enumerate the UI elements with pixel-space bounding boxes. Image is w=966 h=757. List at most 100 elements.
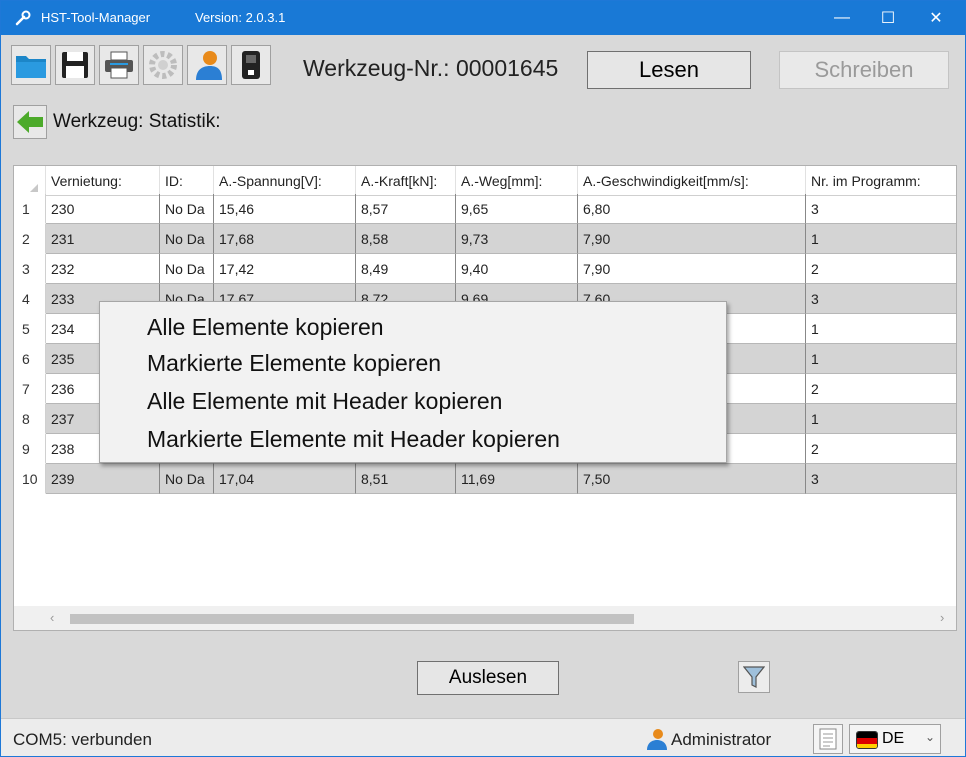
read-button[interactable]: Lesen bbox=[587, 51, 751, 89]
table-cell[interactable]: 15,46 bbox=[214, 194, 356, 224]
horizontal-scrollbar[interactable]: ‹ › bbox=[14, 606, 956, 630]
table-cell[interactable]: 9,65 bbox=[456, 194, 578, 224]
menu-item-copy-all[interactable]: Alle Elemente kopieren bbox=[147, 314, 384, 341]
table-cell[interactable]: 11,69 bbox=[456, 464, 578, 494]
back-arrow-icon bbox=[17, 111, 43, 133]
table-cell[interactable]: 17,68 bbox=[214, 224, 356, 254]
table-row[interactable]: 3 232 No Da 17,42 8,49 9,40 7,90 2 bbox=[14, 254, 956, 284]
close-button[interactable]: ✕ bbox=[913, 1, 959, 35]
table-cell[interactable]: 239 bbox=[46, 464, 160, 494]
table-cell[interactable]: 1 bbox=[806, 224, 956, 254]
row-number[interactable]: 10 bbox=[14, 464, 46, 494]
user-name: Administrator bbox=[671, 730, 772, 749]
minimize-button[interactable]: — bbox=[819, 1, 865, 35]
table-cell[interactable]: 232 bbox=[46, 254, 160, 284]
title-bar[interactable]: HST-Tool-Manager Version: 2.0.3.1 — ☐ ✕ bbox=[1, 1, 965, 35]
row-number[interactable]: 3 bbox=[14, 254, 46, 284]
table-cell[interactable]: 230 bbox=[46, 194, 160, 224]
user-button[interactable] bbox=[187, 45, 227, 85]
settings-button[interactable] bbox=[143, 45, 183, 85]
menu-item-copy-all-with-header[interactable]: Alle Elemente mit Header kopieren bbox=[147, 388, 502, 415]
user-icon bbox=[196, 51, 222, 80]
app-window: HST-Tool-Manager Version: 2.0.3.1 — ☐ ✕ bbox=[0, 0, 966, 757]
open-folder-icon bbox=[16, 56, 46, 78]
row-number[interactable]: 1 bbox=[14, 194, 46, 224]
usb-button[interactable] bbox=[231, 45, 271, 85]
toolbar: Werkzeug-Nr.: 00001645 Lesen Schreiben bbox=[1, 35, 965, 95]
row-number[interactable]: 5 bbox=[14, 314, 46, 344]
context-menu: Alle Elemente kopieren Markierte Element… bbox=[99, 301, 727, 463]
row-number[interactable]: 4 bbox=[14, 284, 46, 314]
document-icon bbox=[819, 728, 837, 750]
write-button[interactable]: Schreiben bbox=[779, 51, 949, 89]
grid-header-row: Vernietung: ID: A.-Spannung[V]: A.-Kraft[kN… bbox=[14, 166, 956, 196]
table-cell[interactable]: 2 bbox=[806, 374, 956, 404]
readout-button[interactable]: Auslesen bbox=[417, 661, 559, 695]
column-header[interactable]: ID: bbox=[160, 166, 214, 196]
row-number[interactable]: 7 bbox=[14, 374, 46, 404]
table-cell[interactable]: 2 bbox=[806, 254, 956, 284]
column-header[interactable]: A.-Kraft[kN]: bbox=[356, 166, 456, 196]
column-header[interactable]: A.-Geschwindigkeit[mm/s]: bbox=[578, 166, 806, 196]
usb-icon bbox=[242, 51, 260, 79]
table-cell[interactable]: 1 bbox=[806, 314, 956, 344]
column-header[interactable]: A.-Spannung[V]: bbox=[214, 166, 356, 196]
table-row[interactable]: 1 230 No Da 15,46 8,57 9,65 6,80 3 bbox=[14, 194, 956, 224]
table-cell[interactable]: 8,58 bbox=[356, 224, 456, 254]
table-row[interactable]: 2 231 No Da 17,68 8,58 9,73 7,90 1 bbox=[14, 224, 956, 254]
table-cell[interactable]: 9,73 bbox=[456, 224, 578, 254]
scroll-left-icon[interactable]: ‹ bbox=[50, 610, 54, 625]
scrollbar-thumb[interactable] bbox=[70, 614, 634, 624]
save-icon bbox=[62, 52, 88, 78]
table-cell[interactable]: 3 bbox=[806, 464, 956, 494]
table-cell[interactable]: 7,50 bbox=[578, 464, 806, 494]
print-button[interactable] bbox=[99, 45, 139, 85]
log-button[interactable] bbox=[813, 724, 843, 754]
table-cell[interactable]: 3 bbox=[806, 284, 956, 314]
save-button[interactable] bbox=[55, 45, 95, 85]
row-number[interactable]: 9 bbox=[14, 434, 46, 464]
filter-icon bbox=[743, 666, 765, 688]
table-cell[interactable]: 1 bbox=[806, 344, 956, 374]
table-cell[interactable]: 8,49 bbox=[356, 254, 456, 284]
table-cell[interactable]: No Da bbox=[160, 194, 214, 224]
table-cell[interactable]: 17,42 bbox=[214, 254, 356, 284]
table-cell[interactable]: 8,51 bbox=[356, 464, 456, 494]
table-cell[interactable]: 3 bbox=[806, 194, 956, 224]
table-cell[interactable]: 8,57 bbox=[356, 194, 456, 224]
table-cell[interactable]: 7,90 bbox=[578, 224, 806, 254]
chevron-down-icon: ⌄ bbox=[925, 730, 936, 744]
table-cell[interactable]: 9,40 bbox=[456, 254, 578, 284]
table-cell[interactable]: No Da bbox=[160, 464, 214, 494]
table-cell[interactable]: No Da bbox=[160, 254, 214, 284]
column-header[interactable]: Vernietung: bbox=[46, 166, 160, 196]
row-number[interactable]: 2 bbox=[14, 224, 46, 254]
language-code: DE bbox=[882, 730, 905, 747]
menu-item-copy-selected-with-header[interactable]: Markierte Elemente mit Header kopieren bbox=[147, 426, 560, 453]
back-button[interactable] bbox=[13, 105, 47, 139]
table-cell[interactable]: No Da bbox=[160, 224, 214, 254]
language-select[interactable]: DE ⌄ bbox=[849, 724, 941, 754]
filter-button[interactable] bbox=[738, 661, 770, 693]
column-header[interactable]: A.-Weg[mm]: bbox=[456, 166, 578, 196]
menu-item-copy-selected[interactable]: Markierte Elemente kopieren bbox=[147, 350, 441, 377]
table-cell[interactable]: 2 bbox=[806, 434, 956, 464]
row-number[interactable]: 6 bbox=[14, 344, 46, 374]
row-number[interactable]: 8 bbox=[14, 404, 46, 434]
table-cell[interactable]: 231 bbox=[46, 224, 160, 254]
scroll-right-icon[interactable]: › bbox=[940, 610, 944, 625]
select-all-corner[interactable] bbox=[14, 166, 46, 196]
status-bar: COM5: verbunden Administrator DE ⌄ bbox=[1, 718, 965, 756]
version-label: Version: 2.0.3.1 bbox=[195, 10, 286, 25]
settings-icon bbox=[149, 51, 177, 79]
table-cell[interactable]: 6,80 bbox=[578, 194, 806, 224]
table-row[interactable]: 10 239 No Da 17,04 8,51 11,69 7,50 3 bbox=[14, 464, 956, 494]
table-cell[interactable]: 17,04 bbox=[214, 464, 356, 494]
maximize-button[interactable]: ☐ bbox=[865, 1, 911, 35]
corner-triangle-icon bbox=[30, 184, 38, 192]
open-button[interactable] bbox=[11, 45, 51, 85]
table-cell[interactable]: 7,90 bbox=[578, 254, 806, 284]
column-header[interactable]: Nr. im Programm: bbox=[806, 166, 956, 196]
german-flag-icon bbox=[856, 731, 878, 749]
table-cell[interactable]: 1 bbox=[806, 404, 956, 434]
